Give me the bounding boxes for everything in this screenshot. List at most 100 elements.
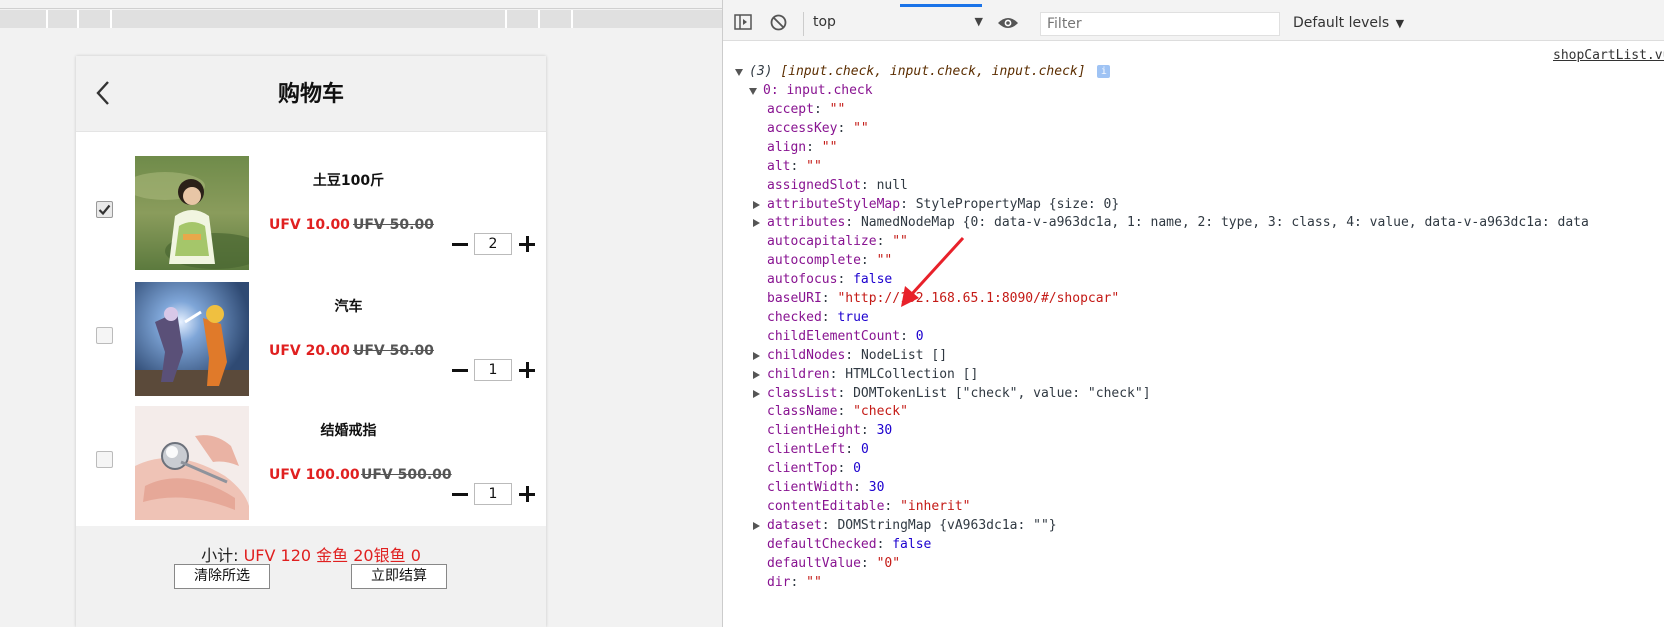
property-value: "http://192.168.65.1:8090/#/shopcar" (837, 291, 1120, 306)
property-colon: : (884, 498, 901, 514)
array-count: (3) (749, 64, 773, 79)
property-value: 0 (915, 328, 924, 344)
expand-triangle-icon[interactable] (735, 69, 743, 76)
product-image (135, 406, 249, 520)
property-row[interactable]: autofocus: false (767, 270, 892, 290)
property-row[interactable]: accept: "" (767, 100, 845, 120)
quantity-field[interactable]: 1 (474, 359, 512, 381)
property-colon: : (876, 234, 893, 250)
subtotal-value: UFV 120 金鱼 20银鱼 0 (243, 546, 421, 565)
increase-qty-button[interactable] (519, 362, 535, 378)
property-value: 0 (860, 442, 869, 458)
property-row[interactable]: childElementCount: 0 (767, 327, 924, 347)
expand-triangle-icon[interactable] (753, 351, 760, 360)
property-row[interactable]: checked: true (767, 308, 869, 328)
page-title: 购物车 (277, 82, 344, 107)
console-output: shopCartList.vue (3) [input.check, input… (723, 42, 1664, 627)
property-colon: : (837, 385, 854, 401)
item-checkbox[interactable] (96, 201, 113, 218)
checkout-button[interactable]: 立即结算 (351, 564, 447, 589)
dropdown-arrow-icon: ▼ (1395, 17, 1405, 30)
expand-triangle-icon[interactable] (753, 219, 760, 228)
property-row[interactable]: className: "check" (767, 402, 908, 422)
expand-triangle-icon[interactable] (749, 88, 757, 95)
context-label: top (813, 14, 836, 30)
property-row[interactable]: childNodes: NodeList [] (753, 346, 947, 366)
clear-selected-button[interactable]: 清除所选 (174, 564, 270, 589)
item-checkbox[interactable] (96, 451, 113, 468)
product-original-price: UFV 50.00 (353, 343, 434, 359)
expand-triangle-icon[interactable] (753, 370, 760, 379)
property-value: "" (892, 234, 908, 250)
property-key: classList (767, 385, 838, 401)
property-row[interactable]: clientLeft: 0 (767, 440, 869, 460)
property-row[interactable]: children: HTMLCollection [] (753, 365, 978, 385)
array-summary-row[interactable]: (3) [input.check, input.check, input.che… (735, 62, 1111, 82)
property-row[interactable]: autocomplete: "" (767, 251, 892, 271)
source-link[interactable]: shopCartList.vue (1553, 48, 1664, 63)
property-colon: : (900, 196, 916, 212)
property-key: accept (767, 102, 814, 117)
context-selector[interactable]: top ▼ (813, 13, 983, 35)
decrease-qty-button[interactable] (452, 243, 468, 246)
property-key: attributes (767, 215, 846, 231)
property-value: 0 (853, 461, 861, 477)
property-key: clientHeight (767, 423, 861, 439)
sidebar-toggle-icon[interactable] (734, 14, 752, 34)
property-row[interactable]: attributes: NamedNodeMap {0: data-v-a963… (753, 213, 1589, 233)
property-value: null (876, 177, 908, 193)
product-name: 汽车 (334, 299, 363, 315)
property-key: clientLeft (767, 442, 846, 458)
property-row[interactable]: clientHeight: 30 (767, 421, 892, 441)
property-row[interactable]: autocapitalize: "" (767, 232, 908, 252)
log-levels-dropdown[interactable]: Default levels ▼ (1293, 15, 1404, 31)
info-icon[interactable]: i (1097, 65, 1111, 78)
property-key: autofocus (767, 272, 838, 288)
expand-triangle-icon[interactable] (753, 200, 760, 209)
clear-console-icon[interactable] (770, 14, 787, 35)
console-toolbar: top ▼ Default levels ▼ (723, 0, 1664, 41)
decrease-qty-button[interactable] (452, 369, 468, 372)
property-row[interactable]: contentEditable: "inherit" (767, 497, 971, 517)
strip-divider (46, 10, 48, 28)
property-row[interactable]: clientTop: 0 (767, 459, 861, 479)
property-row[interactable]: clientWidth: 30 (767, 478, 884, 498)
product-image (135, 282, 249, 396)
decrease-qty-button[interactable] (452, 493, 468, 496)
expand-triangle-icon[interactable] (753, 521, 760, 530)
property-value: "inherit" (900, 498, 971, 514)
property-row[interactable]: defaultValue: "0" (767, 554, 900, 574)
top-toolbar-strip (0, 10, 722, 28)
property-key: defaultChecked (767, 536, 877, 552)
product-original-price: UFV 50.00 (353, 217, 434, 233)
property-row[interactable]: align: "" (767, 138, 837, 158)
increase-qty-button[interactable] (519, 486, 535, 502)
property-row[interactable]: assignedSlot: null (767, 176, 908, 196)
expand-triangle-icon[interactable] (753, 389, 760, 398)
property-row[interactable]: alt: "" (767, 157, 822, 177)
property-row[interactable]: dataset: DOMStringMap {vA963dc1a: ""} (753, 516, 1057, 536)
property-colon: : (837, 404, 854, 420)
property-row[interactable]: defaultChecked: false (767, 535, 931, 555)
filter-input[interactable] (1040, 12, 1280, 36)
item-checkbox[interactable] (96, 327, 113, 344)
property-key: className (767, 404, 838, 420)
eye-icon[interactable] (997, 15, 1019, 34)
property-value: false (892, 536, 932, 552)
property-row[interactable]: accessKey: "" (767, 119, 869, 139)
property-value: true (837, 309, 869, 325)
cart-item: 结婚戒指 UFV 100.00 UFV 500.00 1 (76, 406, 546, 524)
property-row[interactable]: baseURI: "http://192.168.65.1:8090/#/sho… (767, 289, 1119, 309)
quantity-field[interactable]: 2 (474, 233, 512, 255)
property-key: dataset (767, 517, 822, 533)
increase-qty-button[interactable] (519, 236, 535, 252)
property-key: children (767, 366, 830, 382)
property-colon: : (806, 139, 822, 155)
strip-divider (505, 10, 507, 28)
property-colon: : (829, 366, 846, 382)
node-row[interactable]: 0: input.check (749, 81, 873, 101)
quantity-field[interactable]: 1 (474, 483, 512, 505)
property-row[interactable]: attributeStyleMap: StylePropertyMap {siz… (753, 195, 1119, 215)
property-row[interactable]: dir: "" (767, 573, 822, 593)
property-row[interactable]: classList: DOMTokenList ["check", value:… (753, 384, 1151, 404)
